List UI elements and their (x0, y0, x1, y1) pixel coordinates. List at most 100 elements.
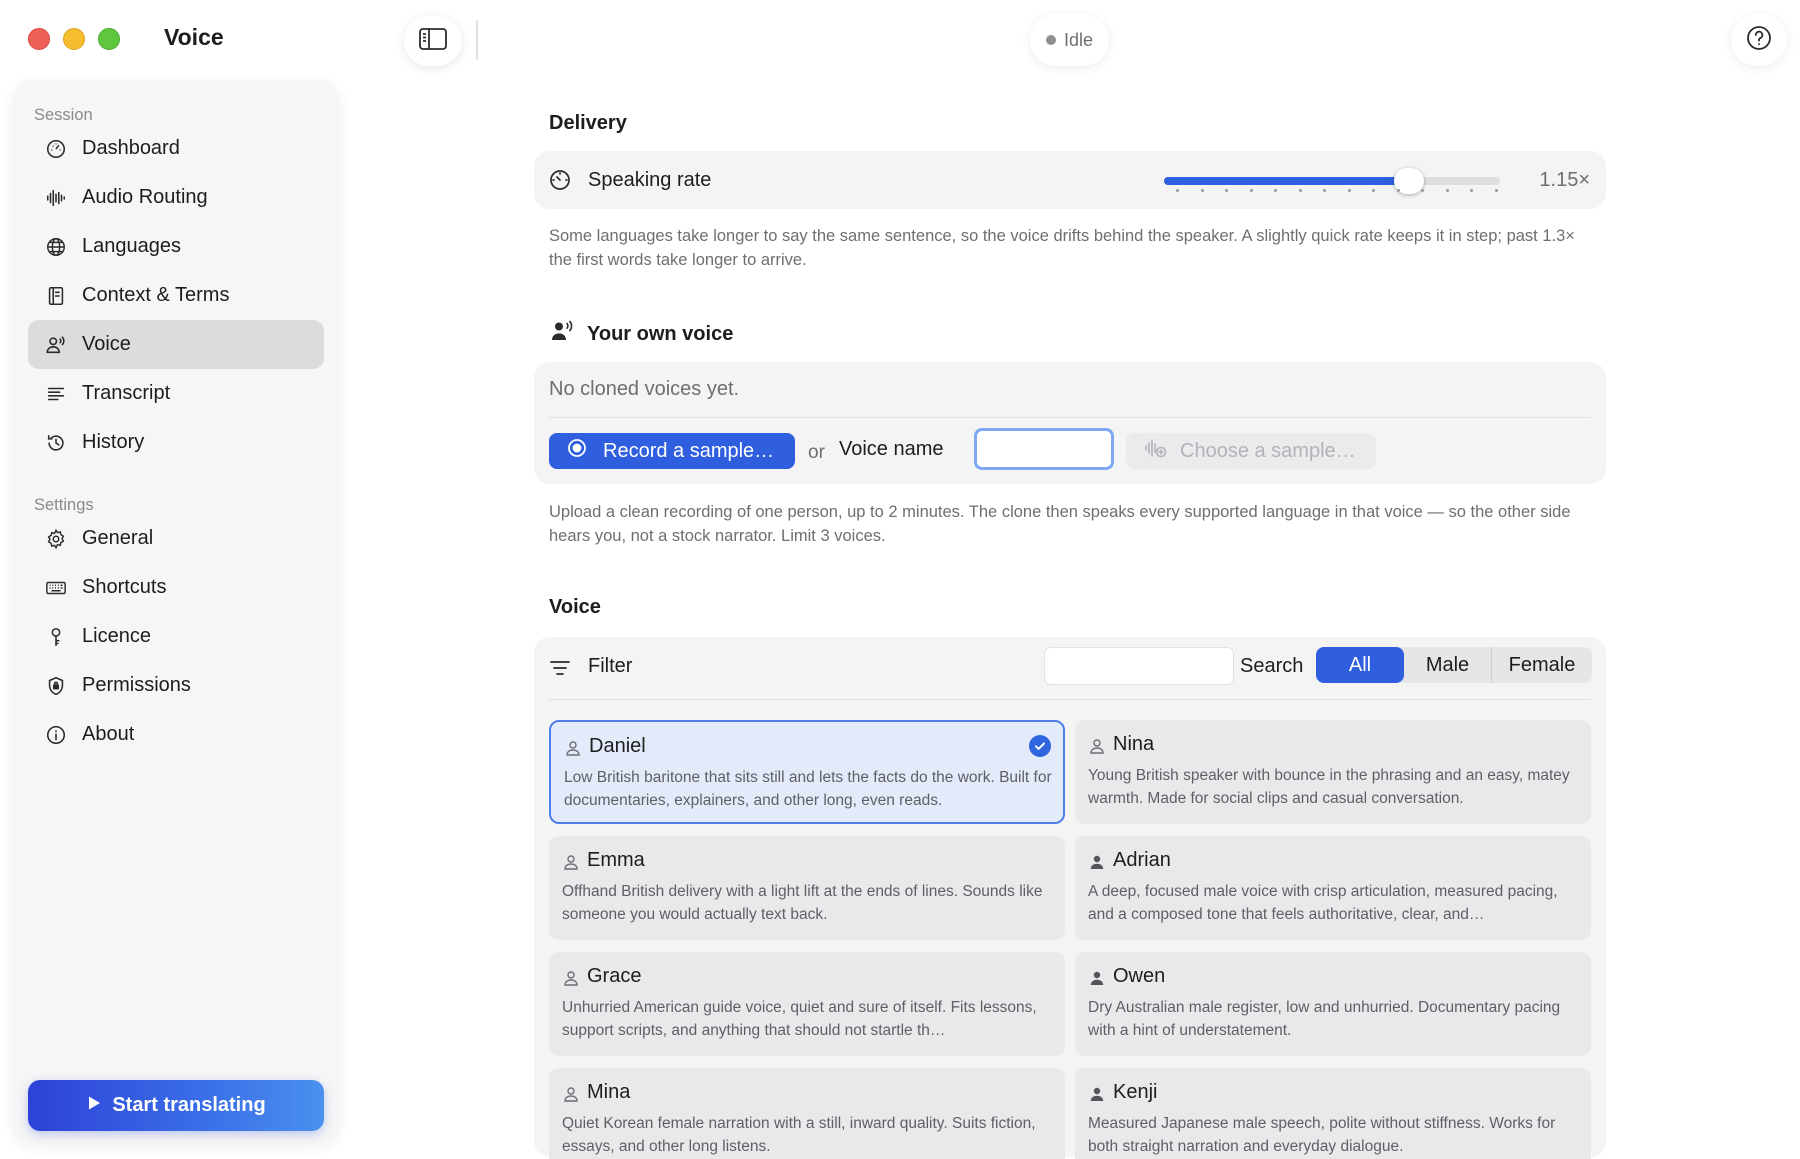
sidebar-item-permissions[interactable]: Permissions (28, 661, 324, 710)
toolbar-divider (476, 20, 478, 60)
sidebar-item-shortcuts[interactable]: Shortcuts (28, 563, 324, 612)
speaking-rate-value: 1.15× (1539, 169, 1590, 191)
globe-icon (44, 235, 68, 259)
sidebar-item-languages[interactable]: Languages (28, 222, 324, 271)
voice-tile-grace[interactable]: Grace Unhurried American guide voice, qui… (549, 952, 1065, 1056)
sidebar-item-label: Shortcuts (82, 576, 167, 598)
shield-lock-icon (44, 674, 68, 698)
sidebar-section-settings: Settings (34, 496, 94, 514)
sidebar-toggle-icon (418, 26, 448, 57)
voice-name: Nina (1113, 733, 1155, 755)
sidebar-item-audio-routing[interactable]: Audio Routing (28, 173, 324, 222)
own-voice-title: Your own voice (587, 322, 734, 345)
filter-row: Filter Search All Male Female (534, 637, 1606, 699)
filter-icon (548, 657, 572, 679)
slider-tick (1445, 189, 1449, 192)
sidebar-item-context-terms[interactable]: Context & Terms (28, 271, 324, 320)
person-outline-icon (562, 969, 580, 987)
voice-description: Young British speaker with bounce in the… (1088, 767, 1570, 807)
speaking-rate-slider[interactable] (1164, 168, 1500, 194)
sidebar-item-transcript[interactable]: Transcript (28, 369, 324, 418)
voice-tile-daniel[interactable]: Daniel Low British baritone that sits sti… (549, 720, 1065, 824)
voice-name: Adrian (1113, 849, 1171, 871)
delivery-hint: Some languages take longer to say the sa… (549, 227, 1575, 269)
key-icon (44, 625, 68, 649)
delivery-heading: Delivery (549, 112, 627, 134)
voice-description: Measured Japanese male speech, polite wi… (1088, 1115, 1556, 1155)
person-outline-icon (562, 1085, 580, 1103)
sidebar-item-label: Transcript (82, 382, 171, 404)
sidebar-item-history[interactable]: History (28, 418, 324, 467)
record-sample-label: Record a sample… (603, 439, 775, 462)
sidebar-item-about[interactable]: About (28, 710, 324, 759)
waveform-icon (44, 186, 68, 210)
own-voice-hint: Upload a clean recording of one person, … (549, 503, 1571, 545)
voice-name: Emma (587, 849, 645, 871)
slider-tick (1470, 189, 1473, 192)
text-lines-icon (44, 382, 68, 406)
sidebar-section-session: Session (34, 106, 93, 124)
voice-tile-nina[interactable]: Nina Young British speaker with bounce in… (1075, 720, 1591, 824)
sidebar-item-dashboard[interactable]: Dashboard (28, 124, 324, 173)
speaking-rate-row: Speaking rate 1.15× (534, 151, 1606, 209)
close-window-button[interactable] (28, 28, 50, 50)
voice-name: Owen (1113, 965, 1166, 987)
voice-tile-kenji[interactable]: Kenji Measured Japanese male speech, poli… (1075, 1068, 1591, 1159)
voice-name: Kenji (1113, 1081, 1158, 1103)
sidebar-item-voice[interactable]: Voice (28, 320, 324, 369)
voice-description: A deep, focused male voice with crisp ar… (1088, 883, 1558, 923)
voice-tile-emma[interactable]: Emma Offhand British delivery with a ligh… (549, 836, 1065, 940)
divider (549, 699, 1591, 700)
record-sample-button[interactable]: Record a sample… (549, 433, 795, 469)
help-button[interactable] (1731, 14, 1787, 66)
sidebar-item-label: Context & Terms (82, 284, 230, 306)
voice-tile-mina[interactable]: Mina Quiet Korean female narration with a… (549, 1068, 1065, 1159)
sidebar-item-label: About (82, 723, 135, 745)
minimize-window-button[interactable] (63, 28, 85, 50)
voice-heading: Voice (549, 596, 601, 618)
voice-description: Unhurried American guide voice, quiet an… (562, 999, 1037, 1039)
own-voice-card: No cloned voices yet. Record a sample… o… (534, 362, 1606, 484)
play-icon (86, 1094, 102, 1117)
voice-name-input[interactable] (974, 428, 1114, 470)
toggle-sidebar-button[interactable] (404, 16, 462, 66)
slider-tick (1176, 189, 1179, 192)
slider-tick (1298, 189, 1302, 192)
sidebar-item-label: General (82, 527, 154, 549)
voice-description: Quiet Korean female narration with a sti… (562, 1115, 1036, 1155)
status-text: Idle (1064, 29, 1094, 50)
voice-tile-adrian[interactable]: Adrian A deep, focused male voice with cr… (1075, 836, 1591, 940)
person-voice-icon (44, 333, 68, 357)
gender-segmented-control: All Male Female (1316, 647, 1592, 683)
slider-tick (1225, 189, 1228, 192)
maximize-window-button[interactable] (98, 28, 120, 50)
speedometer-icon (548, 168, 572, 192)
segment-female[interactable]: Female (1492, 647, 1592, 683)
window-controls (28, 28, 120, 50)
choose-sample-button[interactable]: Choose a sample… (1126, 433, 1376, 469)
clock-history-icon (44, 431, 68, 455)
sidebar-item-label: Audio Routing (82, 186, 208, 208)
voice-tile-owen[interactable]: Owen Dry Australian male register, low an… (1075, 952, 1591, 1056)
or-text: or (808, 442, 825, 463)
sidebar-item-licence[interactable]: Licence (28, 612, 324, 661)
info-icon (44, 723, 68, 747)
start-translating-button[interactable]: Start translating (28, 1080, 324, 1131)
segment-male[interactable]: Male (1404, 647, 1492, 683)
slider-tick (1274, 189, 1277, 192)
slider-tick (1347, 189, 1351, 192)
sidebar-item-general[interactable]: General (28, 514, 324, 563)
search-input[interactable] (1044, 647, 1234, 685)
own-voice-heading: Your own voice (549, 318, 733, 350)
question-icon (1745, 24, 1773, 57)
voice-description: Offhand British delivery with a light li… (562, 883, 1043, 923)
slider-tick (1421, 189, 1424, 192)
speaking-rate-label: Speaking rate (588, 169, 712, 191)
book-icon (44, 284, 68, 308)
segment-all[interactable]: All (1316, 647, 1404, 683)
sidebar-item-label: Dashboard (82, 137, 180, 159)
person-filled-icon (1088, 1085, 1106, 1103)
window-title: Voice (164, 24, 224, 50)
person-outline-icon (564, 739, 582, 757)
search-label: Search (1240, 655, 1304, 677)
